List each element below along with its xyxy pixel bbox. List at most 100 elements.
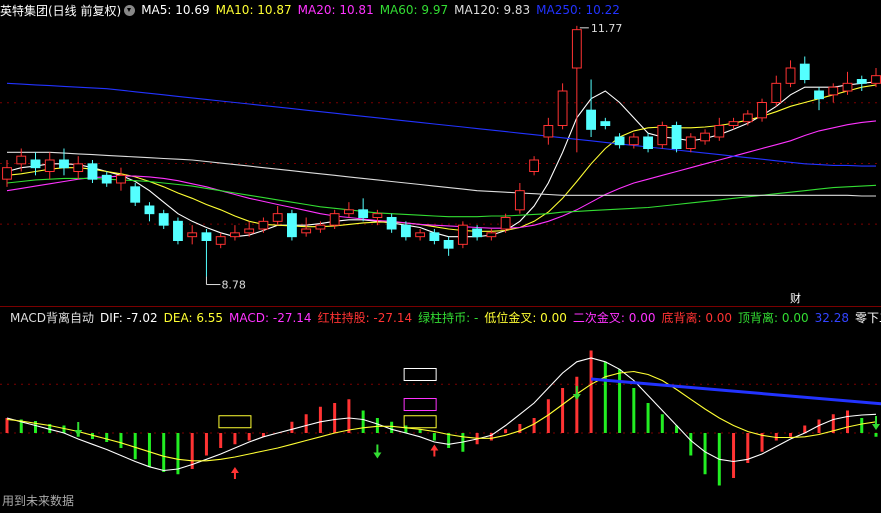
candle-body xyxy=(657,125,668,146)
candle-body xyxy=(244,228,255,234)
candle-body xyxy=(457,224,468,245)
candle-body xyxy=(187,232,198,238)
dropdown-icon[interactable] xyxy=(124,4,136,16)
candle xyxy=(415,229,426,241)
macd-bars xyxy=(5,350,878,486)
candle xyxy=(101,171,112,187)
candle-body xyxy=(258,220,269,230)
candle-body xyxy=(500,217,511,230)
candle-body xyxy=(785,67,796,84)
chart-canvas[interactable]: 11.77 8.78 财 xyxy=(0,0,881,513)
candle xyxy=(358,198,369,222)
ma-legend-items: MA5: 10.69 MA10: 10.87 MA20: 10.81 MA60: 9.… xyxy=(141,3,626,17)
ma-line-ma10 xyxy=(6,84,877,232)
candle xyxy=(771,75,782,107)
legend-item: 红柱持股: -27.14 xyxy=(317,310,413,325)
candles xyxy=(2,25,881,286)
candle-body xyxy=(144,205,155,215)
candle-body xyxy=(44,159,55,172)
macd-markers xyxy=(74,368,880,479)
candle xyxy=(215,232,226,249)
financial-report-badge[interactable]: 财 xyxy=(790,291,801,305)
candle-body xyxy=(700,132,710,142)
candle xyxy=(714,117,725,141)
candle-body xyxy=(571,29,582,69)
candle-body xyxy=(358,209,369,218)
candle-body xyxy=(472,228,483,238)
candle-body xyxy=(87,163,98,180)
candle xyxy=(742,110,753,126)
candle-body xyxy=(514,190,525,211)
legend-item: MA5: 10.69 xyxy=(141,3,210,17)
candle xyxy=(187,225,198,245)
candle-body xyxy=(215,236,226,245)
candle xyxy=(657,121,668,149)
candle-body xyxy=(158,213,169,226)
candle-body xyxy=(329,213,340,226)
candle xyxy=(643,133,653,153)
macd-legend-items: DIF: -7.02 DEA: 6.55 MACD: -27.14 红柱持股: -27… xyxy=(100,309,881,326)
candle xyxy=(457,221,468,249)
candle-body xyxy=(728,121,739,126)
arrow-down-icon xyxy=(572,394,581,400)
candle xyxy=(600,117,611,130)
legend-item: MA250: 10.22 xyxy=(536,3,620,17)
legend-item: 二次金叉: 0.00 xyxy=(572,310,656,325)
candle-body xyxy=(543,125,554,138)
ma-line-ma5 xyxy=(6,81,877,238)
candle-body xyxy=(828,86,839,96)
candle-body xyxy=(400,224,411,238)
legend-item: MA120: 9.83 xyxy=(454,3,531,17)
candle-body xyxy=(272,213,283,222)
candle-body xyxy=(557,90,568,126)
candle xyxy=(144,202,155,222)
candle-body xyxy=(30,159,41,169)
candle-body xyxy=(315,224,326,230)
stock-title[interactable]: 英特集团(日线 前复权) xyxy=(0,2,121,19)
candle-body xyxy=(2,167,12,180)
candle-body xyxy=(529,159,540,172)
candle-body xyxy=(628,136,639,146)
legend-item: 32.28 xyxy=(814,310,849,325)
arrow-up-icon xyxy=(430,444,439,451)
future-data-note: 用到未来数据 xyxy=(2,494,75,508)
candle-body xyxy=(301,228,312,234)
low-price-label: 8.78 xyxy=(221,279,246,292)
candle xyxy=(287,209,297,241)
ma-line-ma20 xyxy=(6,120,877,229)
candle-body xyxy=(443,240,454,249)
macd-legend: MACD背离自动 DIF: -7.02 DEA: 6.55 MACD: -27.14… xyxy=(0,307,881,327)
legend-item: 绿柱持币: - xyxy=(418,310,479,325)
candle xyxy=(258,217,269,233)
legend-item: MACD: -27.14 xyxy=(229,310,312,325)
candle xyxy=(799,56,810,84)
indicator-title[interactable]: MACD背离自动 xyxy=(10,309,94,326)
signal-box xyxy=(403,368,437,381)
candle-body xyxy=(714,125,725,138)
candle-body xyxy=(842,82,853,92)
candle-body xyxy=(856,79,867,84)
candle xyxy=(757,98,767,122)
candle xyxy=(700,129,710,145)
candle-body xyxy=(643,136,653,149)
candle xyxy=(443,236,454,256)
candle-body xyxy=(614,136,625,146)
candle xyxy=(586,79,596,137)
candle xyxy=(685,133,696,153)
signal-box xyxy=(403,398,437,411)
candle xyxy=(158,209,169,229)
candle xyxy=(44,152,55,180)
arrow-down-icon xyxy=(74,430,83,436)
candle xyxy=(543,117,554,145)
candle-body xyxy=(201,232,212,241)
candle-body xyxy=(59,159,69,169)
candle xyxy=(386,213,397,233)
candle-body xyxy=(742,113,753,123)
candle-body xyxy=(814,90,824,100)
main-legend: 英特集团(日线 前复权) MA5: 10.69 MA10: 10.87 MA20: … xyxy=(0,0,881,20)
candle xyxy=(230,225,240,241)
signal-box xyxy=(218,415,252,429)
candle xyxy=(571,25,582,153)
candle-body xyxy=(230,232,240,238)
legend-item: 低位金叉: 0.00 xyxy=(484,310,567,325)
